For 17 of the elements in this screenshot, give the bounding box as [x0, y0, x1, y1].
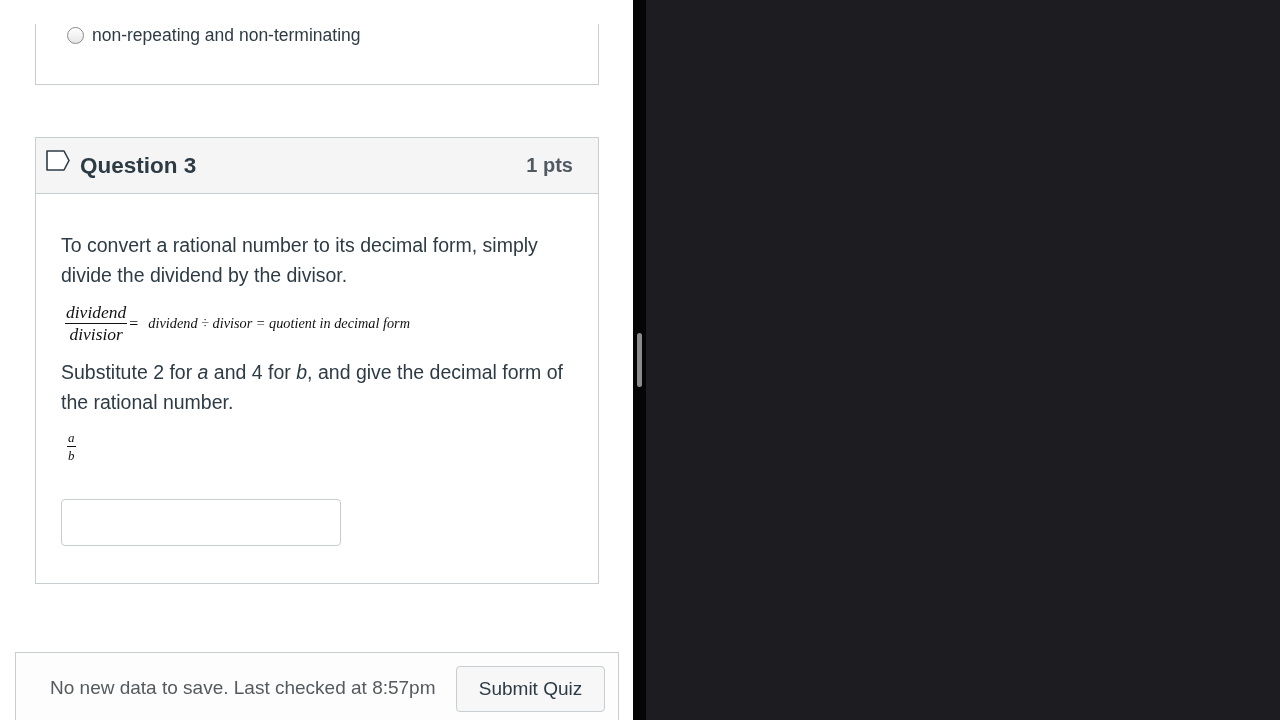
- answer-field[interactable]: [61, 499, 341, 546]
- question-text: Substitute 2 for a and 4 for b, and give the decimal form of the rational number.: [61, 360, 564, 415]
- save-status: No new data to save. Last checked at 8:57pm: [50, 677, 436, 699]
- submit-quiz-button[interactable]: Submit Quiz: [456, 666, 605, 712]
- resize-handle[interactable]: [637, 333, 642, 387]
- fraction-denominator: divisior: [68, 324, 124, 344]
- fraction-numerator: dividend: [65, 303, 128, 324]
- radio-button[interactable]: [67, 26, 84, 44]
- fraction-numerator: a: [67, 430, 76, 447]
- option-label: non-repeating and non-terminating: [92, 24, 361, 46]
- equals-sign: =: [129, 314, 139, 333]
- tag-icon[interactable]: [46, 150, 70, 171]
- points-label: 1 pts: [526, 154, 573, 177]
- question-title: Question 3: [80, 152, 197, 179]
- question-text: To convert a rational number to its decimal form, simply divide the dividend by the divisor.: [61, 233, 539, 288]
- math-expression: dividend ÷ divisor = quotient in decimal form: [148, 315, 410, 332]
- fraction-denominator: b: [67, 447, 76, 463]
